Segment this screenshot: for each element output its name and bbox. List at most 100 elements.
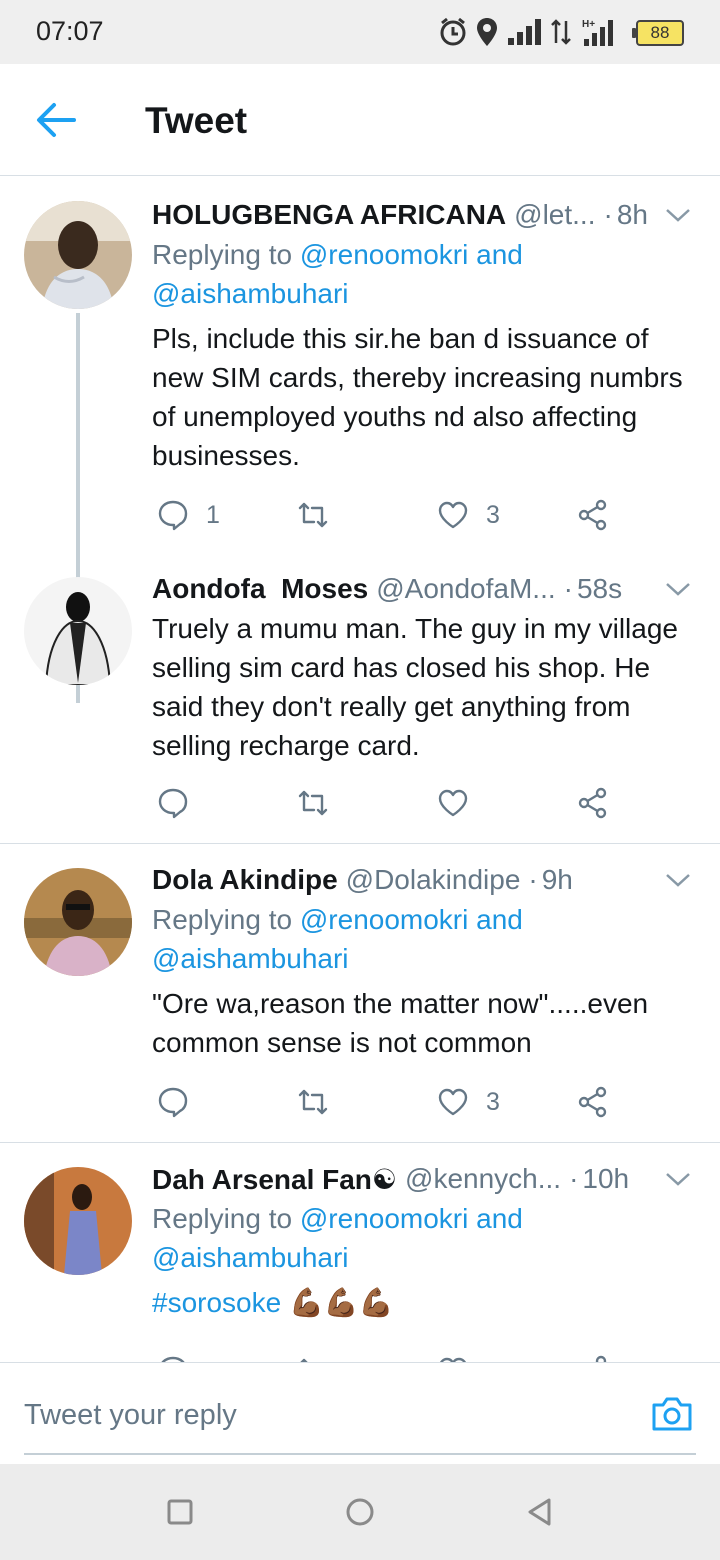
avatar[interactable]	[24, 201, 132, 309]
like-button[interactable]: 3	[436, 1082, 500, 1122]
tweet-thread[interactable]: HOLUGBENGA AFRICANA @let... · 8h Replyin…	[0, 177, 720, 1362]
page-title: Tweet	[145, 100, 248, 141]
recents-icon[interactable]	[162, 1494, 198, 1530]
tweet-time: 8h	[616, 199, 648, 230]
home-icon[interactable]	[342, 1494, 378, 1530]
replying-prefix: Replying to	[152, 1203, 293, 1234]
reply-composer: Tweet your reply	[0, 1362, 720, 1464]
chevron-down-icon[interactable]	[664, 205, 692, 225]
tweet-actions	[152, 1351, 622, 1362]
share-button[interactable]	[576, 783, 610, 823]
reply-button[interactable]	[156, 1351, 190, 1362]
replying-to: Replying to @renoomokri and @aishambuhar…	[152, 1199, 696, 1277]
emoji-text: 💪🏾💪🏾💪🏾	[288, 1287, 394, 1318]
alarm-icon	[440, 17, 466, 46]
replying-prefix: Replying to	[152, 239, 293, 270]
chevron-down-icon[interactable]	[664, 1169, 692, 1189]
tweet-time: 58s	[576, 573, 623, 604]
separator-dot: ·	[569, 1163, 579, 1194]
author-handle[interactable]: @let...	[514, 199, 595, 231]
tweet-item[interactable]: Dola Akindipe @Dolakindipe · 9h Replying…	[0, 844, 720, 1142]
tweet-item[interactable]: HOLUGBENGA AFRICANA @let... · 8h Replyin…	[0, 177, 720, 557]
reply-button[interactable]: 1	[156, 495, 220, 535]
reply-button[interactable]	[156, 1082, 190, 1122]
battery-icon: 88	[632, 20, 684, 46]
avatar[interactable]	[24, 577, 132, 685]
replying-prefix: Replying to	[152, 904, 293, 935]
tweet-time: 9h	[541, 864, 573, 895]
author-handle[interactable]: @AondofaM...	[376, 573, 555, 605]
reply-input[interactable]: Tweet your reply	[24, 1399, 237, 1432]
author-name[interactable]: Dola Akindipe	[152, 864, 338, 896]
reply-mention-link-2[interactable]: @aishambuhari	[152, 1242, 349, 1273]
author-name[interactable]: HOLUGBENGA AFRICANA	[152, 199, 506, 231]
share-icon	[578, 1086, 607, 1118]
share-icon	[578, 787, 607, 819]
tweet-item[interactable]: Dah Arsenal Fan☯ @kennych... · 10h Reply…	[0, 1143, 720, 1362]
tweet-item[interactable]: Aondofa Moses @AondofaM... · 58s Truely …	[0, 557, 720, 843]
reply-count: 1	[206, 500, 220, 529]
heart-icon	[440, 1357, 466, 1362]
reply-mention-link[interactable]: @renoomokri and	[300, 1203, 523, 1234]
tweet-text: #sorosoke 💪🏾💪🏾💪🏾	[152, 1283, 690, 1322]
tweet-time: 10h	[582, 1163, 630, 1194]
share-button[interactable]	[576, 1351, 610, 1362]
retweet-button[interactable]	[296, 1351, 330, 1362]
tweet-header: Dola Akindipe @Dolakindipe · 9h	[152, 862, 696, 898]
reply-mention-link[interactable]: @renoomokri and	[300, 904, 523, 935]
arrow-left-icon[interactable]	[34, 100, 78, 140]
retweet-icon	[298, 502, 328, 528]
like-button[interactable]	[436, 783, 470, 823]
top-app-bar: Tweet	[0, 64, 720, 176]
chevron-down-icon[interactable]	[664, 870, 692, 890]
retweet-button[interactable]	[296, 1082, 330, 1122]
like-count: 3	[486, 1087, 500, 1116]
avatar[interactable]	[24, 868, 132, 976]
tweet-actions: 1 3	[152, 495, 622, 535]
signal-icon	[508, 19, 541, 45]
retweet-icon	[300, 1358, 308, 1362]
retweet-button[interactable]	[296, 495, 330, 535]
author-name[interactable]: Aondofa Moses	[152, 573, 368, 605]
heart-icon	[438, 1088, 468, 1116]
camera-icon[interactable]	[650, 1393, 694, 1433]
avatar[interactable]	[24, 1167, 132, 1275]
heart-icon	[438, 789, 468, 817]
status-time: 07:07	[36, 16, 104, 46]
share-button[interactable]	[576, 495, 610, 535]
author-handle[interactable]: @kennych...	[405, 1163, 561, 1195]
hplus-signal-icon: H+	[582, 19, 613, 46]
back-nav-icon[interactable]	[522, 1494, 558, 1530]
like-count: 3	[486, 500, 500, 529]
tweet-actions: 3	[152, 1082, 622, 1122]
tweet-text: Pls, include this sir.he ban d issuance …	[152, 323, 683, 471]
share-button[interactable]	[576, 1082, 610, 1122]
tweet-header: HOLUGBENGA AFRICANA @let... · 8h	[152, 197, 696, 233]
separator-dot: ·	[528, 864, 538, 895]
retweet-button[interactable]	[296, 783, 330, 823]
system-nav-bar	[0, 1464, 720, 1560]
status-icons: H+	[438, 14, 620, 50]
comment-icon	[161, 1356, 185, 1362]
author-name[interactable]: Dah Arsenal Fan☯	[152, 1163, 397, 1196]
separator-dot: ·	[603, 199, 613, 230]
reply-mention-link-2[interactable]: @aishambuhari	[152, 943, 349, 974]
like-button[interactable]	[436, 1351, 470, 1362]
author-handle[interactable]: @Dolakindipe	[346, 864, 521, 896]
tweet-header: Aondofa Moses @AondofaM... · 58s	[152, 571, 696, 607]
comment-icon	[158, 788, 188, 819]
replying-to: Replying to @renoomokri and @aishambuhar…	[152, 235, 696, 313]
chevron-down-icon[interactable]	[664, 579, 692, 599]
location-icon	[477, 18, 497, 46]
separator-dot: ·	[563, 573, 573, 604]
retweet-icon	[298, 790, 328, 816]
like-button[interactable]: 3	[436, 495, 500, 535]
heart-icon	[438, 501, 468, 529]
reply-mention-link[interactable]: @renoomokri and	[300, 239, 523, 270]
tweet-header: Dah Arsenal Fan☯ @kennych... · 10h	[152, 1161, 696, 1197]
hashtag-link[interactable]: #sorosoke	[152, 1287, 281, 1318]
tweet-text: Truely a mumu man. The guy in my village…	[152, 613, 678, 761]
reply-mention-link-2[interactable]: @aishambuhari	[152, 278, 349, 309]
comment-icon	[158, 500, 188, 531]
reply-button[interactable]	[156, 783, 190, 823]
